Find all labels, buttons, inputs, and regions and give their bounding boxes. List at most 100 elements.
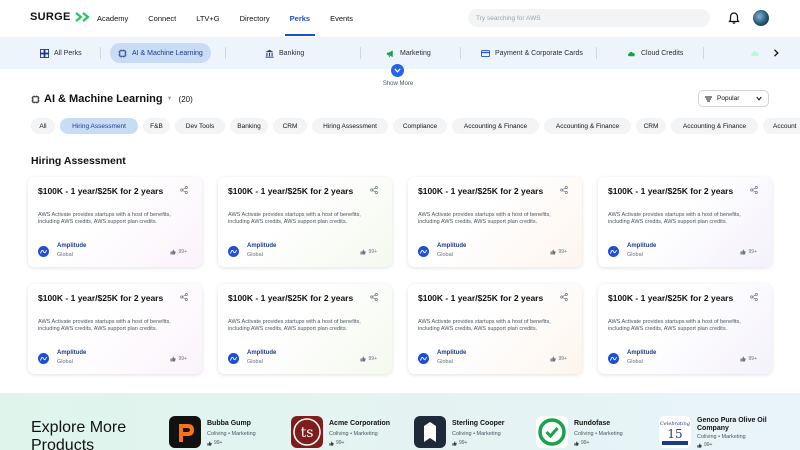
svg-text:15: 15 [667, 427, 682, 441]
perk-card[interactable]: $100K - 1 year/$25K for 2 years AWS Activ… [28, 284, 202, 374]
chip-all[interactable]: All [31, 118, 55, 134]
likes-count: 99+ [558, 356, 567, 362]
chip-hiring-assessment[interactable]: Hiring Assessment [60, 118, 138, 134]
perk-likes[interactable]: 99+ [740, 356, 757, 362]
surge-logo[interactable]: SURGE [30, 11, 94, 23]
category-divider [360, 47, 361, 59]
chip-account[interactable]: Account [763, 118, 800, 134]
explore-section: Explore More Products Bubba Gump Colivin… [0, 393, 800, 450]
product-name: Bubba Gump [207, 420, 251, 427]
bank-icon [265, 49, 274, 58]
category-payment-cards[interactable]: Payment & Corporate Cards [481, 43, 583, 63]
perk-card[interactable]: $100K - 1 year/$25K for 2 years AWS Activ… [408, 284, 582, 374]
chip-icon [118, 48, 127, 58]
amplitude-logo-icon [228, 246, 239, 257]
amplitude-logo-icon [418, 353, 429, 364]
user-avatar[interactable] [753, 10, 769, 26]
perk-region: Global [57, 252, 73, 258]
cloud-icon [627, 51, 635, 56]
chevron-right-icon[interactable] [772, 49, 780, 57]
perk-card[interactable]: $100K - 1 year/$25K for 2 years AWS Activ… [598, 177, 772, 267]
perk-card[interactable]: $100K - 1 year/$25K for 2 years AWS Activ… [598, 284, 772, 374]
chip-icon [31, 94, 40, 104]
cloud-icon [751, 51, 759, 56]
category-divider [596, 47, 597, 59]
chip-dev-tools[interactable]: Dev Tools [175, 118, 225, 134]
result-count: (20) [178, 94, 193, 104]
category-banking[interactable]: Banking [265, 43, 304, 63]
sort-value: Popular [717, 95, 740, 102]
genco-logo-icon: Celebrating15 [660, 421, 690, 445]
share-icon[interactable] [560, 293, 568, 301]
show-more-label[interactable]: Show More [370, 81, 426, 87]
megaphone-icon [386, 49, 393, 57]
nav-ltvg[interactable]: LTV+G [196, 0, 219, 36]
category-marketing[interactable]: Marketing [386, 43, 431, 63]
category-label: All Perks [54, 49, 82, 57]
perk-description: AWS Activate provides startups with a ho… [38, 319, 171, 332]
sort-dropdown[interactable]: Popular [698, 90, 769, 107]
chip-accounting-finance[interactable]: Accounting & Finance [452, 118, 539, 134]
chip-hiring-assessment[interactable]: Hiring Assessment [312, 118, 388, 134]
share-icon[interactable] [180, 293, 188, 301]
perk-card[interactable]: $100K - 1 year/$25K for 2 years AWS Activ… [218, 284, 392, 374]
product-name: Sterling Cooper [452, 420, 505, 427]
category-all-perks[interactable]: All Perks [40, 43, 82, 63]
likes-count: 99+ [368, 356, 377, 362]
category-cloud-credits[interactable]: Cloud Credits [627, 43, 683, 63]
perk-likes[interactable]: 99+ [170, 249, 187, 255]
chip-crm[interactable]: CRM [636, 118, 666, 134]
perk-region: Global [627, 252, 643, 258]
nav-events[interactable]: Events [330, 0, 353, 36]
share-icon[interactable] [750, 293, 758, 301]
likes-count: 99+ [558, 249, 567, 255]
rundofase-logo-icon [538, 418, 566, 446]
nav-academy[interactable]: Academy [97, 0, 128, 36]
search-input[interactable] [468, 9, 710, 27]
perk-likes[interactable]: 99+ [550, 249, 567, 255]
perk-card[interactable]: $100K - 1 year/$25K for 2 years AWS Activ… [408, 177, 582, 267]
perk-brand: Amplitude [627, 243, 657, 249]
perk-region: Global [247, 252, 263, 258]
bell-icon[interactable] [727, 11, 741, 25]
show-more-button[interactable] [391, 64, 404, 77]
chip-accounting-finance[interactable]: Accounting & Finance [671, 118, 758, 134]
product-likes: 99+ [697, 442, 712, 448]
chip-fb[interactable]: F&B [143, 118, 170, 134]
chip-accounting-finance[interactable]: Accounting & Finance [544, 118, 631, 134]
perk-likes[interactable]: 99+ [550, 356, 567, 362]
product-logo [536, 416, 568, 448]
section-title: Hiring Assessment [31, 155, 126, 167]
nav-perks[interactable]: Perks [284, 0, 316, 36]
category-label: Marketing [400, 49, 431, 57]
thumbs-up-icon [740, 249, 746, 255]
perk-title: $100K - 1 year/$25K for 2 years [608, 293, 734, 303]
thumbs-up-icon [574, 440, 579, 446]
nav-connect[interactable]: Connect [148, 0, 176, 36]
perk-card[interactable]: $100K - 1 year/$25K for 2 years AWS Activ… [28, 177, 202, 267]
share-icon[interactable] [370, 293, 378, 301]
product-name: Rundofase [574, 420, 611, 427]
perk-region: Global [247, 359, 263, 365]
chip-banking[interactable]: Banking [230, 118, 268, 134]
caret-down-icon[interactable]: ▼ [167, 96, 173, 102]
sterling-cooper-logo-icon [424, 422, 436, 442]
product-category: Coliving • Marketing [697, 434, 746, 440]
product-likes: 99+ [452, 440, 467, 446]
perk-likes[interactable]: 99+ [740, 249, 757, 255]
share-icon[interactable] [750, 186, 758, 194]
perk-card[interactable]: $100K - 1 year/$25K for 2 years AWS Activ… [218, 177, 392, 267]
chip-compliance[interactable]: Compliance [393, 118, 447, 134]
share-icon[interactable] [180, 186, 188, 194]
amplitude-logo-icon [608, 353, 619, 364]
category-ai-ml[interactable]: AI & Machine Learning [110, 43, 211, 63]
perk-brand: Amplitude [437, 243, 467, 249]
chip-crm[interactable]: CRM [273, 118, 307, 134]
nav-directory[interactable]: Directory [240, 0, 270, 36]
share-icon[interactable] [370, 186, 378, 194]
perk-likes[interactable]: 99+ [360, 249, 377, 255]
perk-likes[interactable]: 99+ [360, 356, 377, 362]
share-icon[interactable] [560, 186, 568, 194]
perk-likes[interactable]: 99+ [170, 356, 187, 362]
category-label: AI & Machine Learning [132, 49, 203, 57]
